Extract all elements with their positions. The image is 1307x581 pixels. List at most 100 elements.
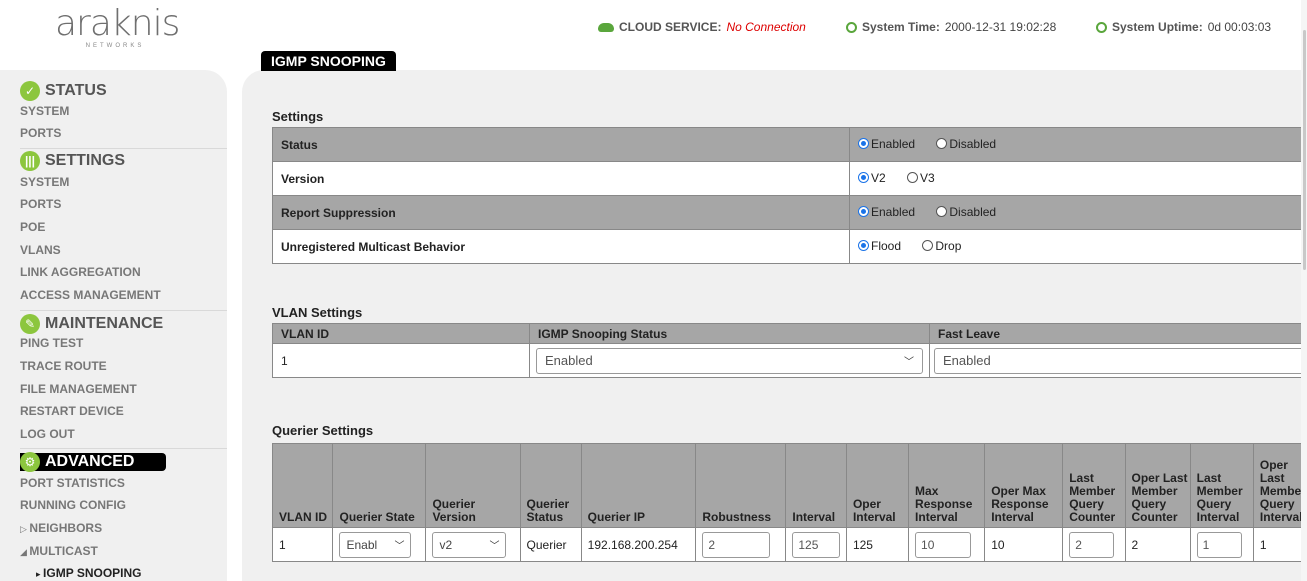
cloud-label: CLOUD SERVICE: <box>619 20 722 34</box>
settings-table: Status Enabled Disabled Version V2 V3 Re… <box>272 127 1307 264</box>
nav-label: IGMP SNOOPING <box>43 566 142 580</box>
sidebar-item-igmp-snooping[interactable]: ▸ IGMP SNOOPING <box>36 566 142 580</box>
divider <box>20 448 227 449</box>
sidebar-item-restart-device[interactable]: RESTART DEVICE <box>20 404 124 418</box>
sidebar-item-settings-ports[interactable]: PORTS <box>20 197 61 211</box>
radio-drop[interactable]: Drop <box>922 239 961 253</box>
sidebar-item-link-aggregation[interactable]: LINK AGGREGATION <box>20 265 141 279</box>
radio-icon <box>858 138 869 150</box>
querier-table: VLAN ID Querier State Querier Version Qu… <box>271 443 1307 562</box>
column-header: Fast Leave <box>929 323 1307 344</box>
querier-status-cell: Querier <box>519 527 582 562</box>
radio-icon <box>858 240 869 252</box>
sidebar-item-neighbors[interactable]: ▷ NEIGHBORS <box>20 521 102 535</box>
vlan-table: VLAN ID IGMP Snooping Status Fast Leave … <box>272 323 1307 378</box>
radio-label: Enabled <box>871 204 916 219</box>
column-header: IGMP Snooping Status <box>529 323 930 344</box>
column-header: Last Member Query Counter <box>1062 443 1126 528</box>
lmq-counter-input[interactable]: 2 <box>1069 531 1115 558</box>
section-title: SETTINGS <box>45 152 126 169</box>
scrollbar-thumb[interactable] <box>1303 30 1306 270</box>
tab-igmp-snooping[interactable]: IGMP SNOOPING <box>261 51 396 71</box>
radio-label: Drop <box>935 238 962 253</box>
sidebar-item-trace-route[interactable]: TRACE ROUTE <box>20 359 107 373</box>
radio-icon <box>858 206 869 218</box>
unregistered-multicast-radio-group: Flood Drop <box>849 229 1307 264</box>
select-value: Enabled <box>943 353 991 368</box>
table-row: Unregistered Multicast Behavior Flood Dr… <box>272 229 1307 264</box>
interval-input[interactable]: 125 <box>792 531 841 558</box>
querier-state-cell: Enabl ﹀ <box>332 527 427 562</box>
querier-version-select[interactable]: v2 ﹀ <box>432 531 507 558</box>
sidebar-section-maintenance[interactable]: ✎ MAINTENANCE <box>20 314 163 334</box>
select-value: v2 <box>439 537 453 552</box>
radio-status-enabled[interactable]: Enabled <box>858 137 915 151</box>
radio-version-v2[interactable]: V2 <box>858 171 886 185</box>
araknis-logo[interactable]: araknis NETWORKS <box>55 4 180 50</box>
setting-label: Unregistered Multicast Behavior <box>272 229 850 264</box>
radio-label: Disabled <box>949 136 997 151</box>
sidebar-item-status-ports[interactable]: PORTS <box>20 126 61 140</box>
column-header: Querier IP <box>580 443 697 528</box>
radio-report-enabled[interactable]: Enabled <box>858 205 915 219</box>
sidebar-section-settings[interactable]: ||| SETTINGS <box>20 151 125 171</box>
sidebar-item-poe[interactable]: POE <box>20 220 45 234</box>
setting-label: Status <box>272 127 850 162</box>
sidebar-item-file-management[interactable]: FILE MANAGEMENT <box>20 382 137 396</box>
radio-version-v3[interactable]: V3 <box>907 171 935 185</box>
sidebar-item-running-config[interactable]: RUNNING CONFIG <box>20 498 126 512</box>
system-uptime: System Uptime: 0d 00:03:03 <box>1096 20 1271 34</box>
sidebar-item-multicast[interactable]: ◢ MULTICAST <box>20 544 98 558</box>
lmq-interval-input[interactable]: 1 <box>1196 531 1242 558</box>
sliders-icon: ||| <box>20 151 40 171</box>
querier-state-select[interactable]: Enabl ﹀ <box>339 531 412 558</box>
robustness-input[interactable]: 2 <box>702 531 771 558</box>
fast-leave-select[interactable]: Enabled <box>934 347 1306 374</box>
sidebar-item-log-out[interactable]: LOG OUT <box>20 427 75 441</box>
divider <box>20 148 227 149</box>
radio-report-disabled[interactable]: Disabled <box>936 205 996 219</box>
igmp-snooping-status-select[interactable]: Enabled ﹀ <box>536 347 923 374</box>
sidebar-item-access-management[interactable]: ACCESS MANAGEMENT <box>20 288 161 302</box>
sidebar-section-advanced[interactable]: ⚙ ADVANCED <box>20 452 166 472</box>
setting-label: Report Suppression <box>272 195 850 230</box>
radio-icon <box>936 206 948 218</box>
table-row: Report Suppression Enabled Disabled <box>272 195 1307 230</box>
radio-icon <box>922 240 934 252</box>
chevron-down-icon: ﹀ <box>904 357 914 368</box>
radio-label: V2 <box>871 170 886 185</box>
wrench-icon: ✎ <box>20 314 40 334</box>
table-row: 1 Enabled ﹀ Enabled <box>272 343 1307 378</box>
system-time: System Time: 2000-12-31 19:02:28 <box>846 20 1056 34</box>
radio-label: Disabled <box>949 204 997 219</box>
column-header: Oper Last Member Query Interval <box>1252 443 1307 528</box>
sidebar-item-ping-test[interactable]: PING TEST <box>20 336 83 350</box>
column-header: Last Member Query Interval <box>1189 443 1254 528</box>
checkmark-icon: ✓ <box>20 81 40 101</box>
section-title: STATUS <box>45 82 107 99</box>
uptime-label: System Uptime: <box>1112 20 1203 34</box>
max-response-input[interactable]: 10 <box>915 531 972 558</box>
table-row: 1 Enabl ﹀ v2 ﹀ Querier 192.168.200.254 2 1… <box>271 527 1307 562</box>
select-value: Enabl <box>346 537 378 552</box>
radio-label: Flood <box>871 238 902 253</box>
querier-ip-cell: 192.168.200.254 <box>580 527 697 562</box>
section-title: MAINTENANCE <box>45 315 164 332</box>
radio-flood[interactable]: Flood <box>858 239 901 253</box>
column-header: Querier State <box>332 443 427 528</box>
select-value: Enabled <box>545 353 593 368</box>
sidebar-item-vlans[interactable]: VLANS <box>20 243 61 257</box>
column-header: Oper Last Member Query Counter <box>1124 443 1191 528</box>
table-header-row: VLAN ID Querier State Querier Version Qu… <box>271 443 1307 528</box>
sidebar-item-port-statistics[interactable]: PORT STATISTICS <box>20 476 125 490</box>
status-radio-group: Enabled Disabled <box>849 127 1307 162</box>
sidebar-item-settings-system[interactable]: SYSTEM <box>20 175 69 189</box>
chevron-down-icon: ﹀ <box>489 541 500 552</box>
radio-icon <box>858 172 869 184</box>
table-header-row: VLAN ID IGMP Snooping Status Fast Leave <box>272 323 1307 344</box>
vertical-scrollbar[interactable] <box>1301 0 1307 581</box>
sidebar-item-status-system[interactable]: SYSTEM <box>20 104 69 118</box>
sidebar-section-status[interactable]: ✓ STATUS <box>20 81 107 101</box>
uptime-value: 0d 00:03:03 <box>1207 20 1272 34</box>
radio-status-disabled[interactable]: Disabled <box>936 137 996 151</box>
